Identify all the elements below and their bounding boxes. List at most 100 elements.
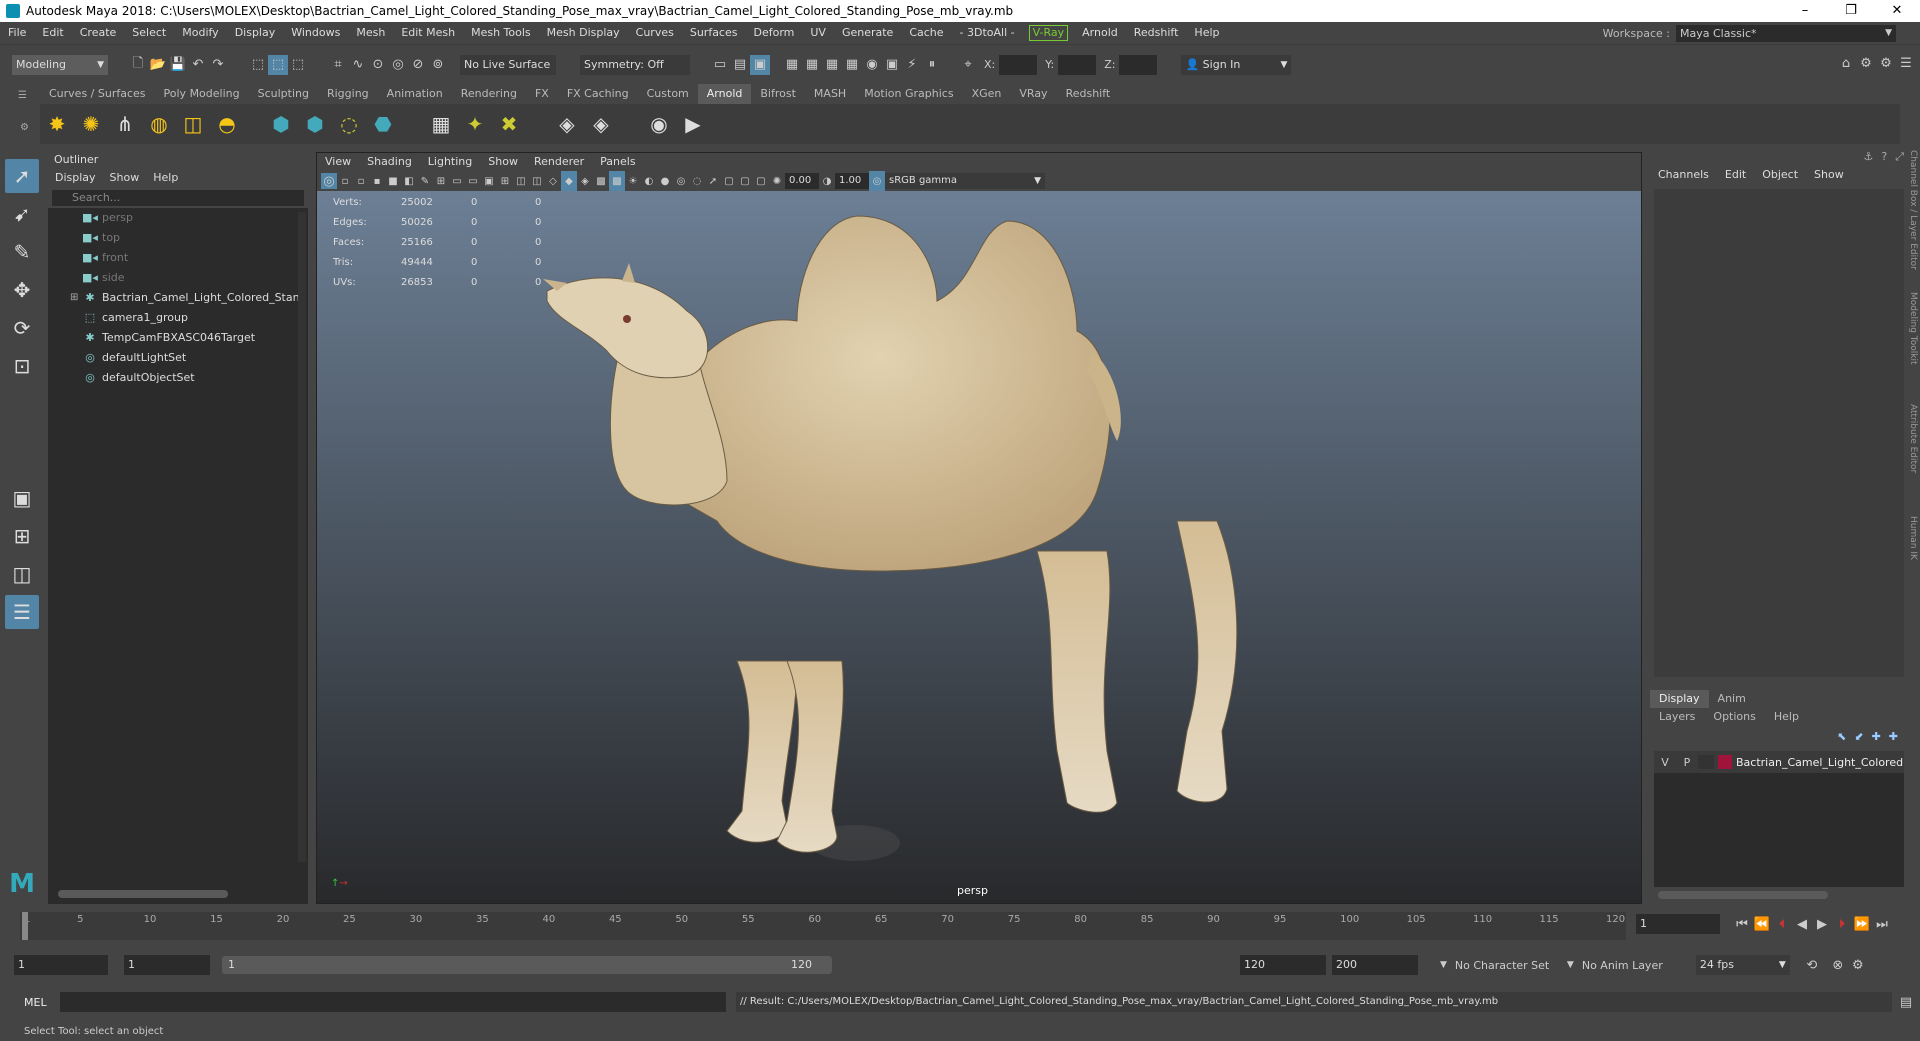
undo-icon[interactable]: ↶ (188, 55, 208, 75)
shadows-icon[interactable]: ☀ (625, 171, 641, 191)
grease-pencil-icon[interactable]: ✎ (417, 171, 433, 191)
shelf-tab-rigging[interactable]: Rigging (318, 84, 378, 104)
play-forwards-icon[interactable]: ▶ (1812, 914, 1832, 934)
menu-display[interactable]: Display (227, 22, 284, 44)
xray-active-icon[interactable]: ▢ (753, 171, 769, 191)
view-transform-dropdown[interactable]: sRGB gamma ▼ (885, 173, 1045, 189)
light-editor-icon[interactable]: ◉ (862, 55, 882, 75)
mesh-light-icon[interactable]: ✺ (76, 109, 106, 139)
save-scene-icon[interactable]: 💾 (168, 55, 188, 75)
play-backwards-icon[interactable]: ◀ (1792, 914, 1812, 934)
shelf-tab-redshift[interactable]: Redshift (1057, 84, 1120, 104)
current-time-marker[interactable] (22, 912, 28, 940)
move-tool-icon[interactable]: ✥ (5, 273, 39, 307)
anim-layer-dropdown[interactable]: No Anim Layer (1582, 959, 1686, 972)
menu-vray[interactable]: V-Ray (1028, 25, 1069, 41)
depth-of-field-icon[interactable]: ◌ (689, 171, 705, 191)
menu-3dtoall[interactable]: - 3DtoAll - (952, 22, 1023, 44)
photometric-light-icon[interactable]: ⋔ (110, 109, 140, 139)
attribute-editor-icon[interactable]: ⚙ (1856, 53, 1876, 73)
tool-settings-icon[interactable]: ⚙ (1876, 53, 1896, 73)
pause-icon[interactable]: ⏸ (922, 55, 942, 75)
fps-dropdown[interactable]: 24 fps ▼ (1695, 955, 1790, 975)
ipr-view-icon[interactable]: ◉ (644, 109, 674, 139)
render-icon[interactable]: ▶ (678, 109, 708, 139)
channel-box-menu-edit[interactable]: Edit (1717, 165, 1754, 185)
live-surface-field[interactable]: No Live Surface (460, 54, 556, 75)
light-portal-icon[interactable]: ◫ (178, 109, 208, 139)
loop-icon[interactable]: ⟲ (1802, 955, 1822, 975)
menu-select[interactable]: Select (124, 22, 174, 44)
channel-box-float-icon[interactable]: ⤢ (1895, 150, 1904, 166)
open-scene-icon[interactable]: 📂 (148, 55, 168, 75)
camera-select-icon[interactable]: ◎ (321, 173, 337, 189)
multisample-aa-icon[interactable]: ◎ (673, 171, 689, 191)
curve-collector-icon[interactable]: ⬣ (368, 109, 398, 139)
playback-end-field[interactable]: 120 (1240, 955, 1326, 975)
go-to-start-icon[interactable]: ⏮ (1732, 914, 1752, 934)
construction-history-icon[interactable]: ▭ (710, 55, 730, 75)
script-editor-icon[interactable]: ▤ (1896, 992, 1916, 1012)
channel-box-help-icon[interactable]: ? (1881, 150, 1887, 166)
wireframe-on-shaded-icon[interactable]: ◈ (577, 171, 593, 191)
paint-select-tool-icon[interactable]: ✎ (5, 235, 39, 269)
channel-box-menu-show[interactable]: Show (1806, 165, 1852, 185)
select-component-icon[interactable]: ⬚ (288, 55, 308, 75)
channel-box-menu-object[interactable]: Object (1754, 165, 1806, 185)
shelf-tab-fx[interactable]: FX (526, 84, 558, 104)
wireframe-icon[interactable]: ◇ (545, 171, 561, 191)
viewport-menu-lighting[interactable]: Lighting (420, 153, 480, 171)
menu-edit[interactable]: Edit (34, 22, 71, 44)
create-aov-icon[interactable]: ✦ (460, 109, 490, 139)
close-button[interactable]: ✕ (1874, 0, 1920, 22)
modeling-toolkit-icon[interactable]: ⌂ (1836, 53, 1856, 73)
outliner-item-tempcam-target[interactable]: ✱ TempCamFBXASC046Target (48, 328, 308, 348)
camera-attributes-icon[interactable]: ▫ (337, 171, 353, 191)
channel-box-menu-channels[interactable]: Channels (1650, 165, 1717, 185)
render-view-shelf-icon[interactable]: ▦ (426, 109, 456, 139)
select-object-icon[interactable]: ⬚ (268, 54, 288, 75)
shelf-menu-icon[interactable]: ☰ (18, 90, 27, 101)
layer-row[interactable]: V P Bactrian_Camel_Light_Colored (1654, 751, 1904, 773)
snap-curve-icon[interactable]: ∿ (348, 55, 368, 75)
render-settings-icon[interactable]: ▦ (782, 55, 802, 75)
smooth-shade-icon[interactable]: ◆ (561, 171, 577, 191)
outliner-item-default-object-set[interactable]: ◎ defaultObjectSet (48, 368, 308, 388)
layer-type-toggle[interactable] (1698, 755, 1714, 769)
expand-icon[interactable]: ⊞ (70, 288, 78, 308)
redo-icon[interactable]: ↷ (208, 55, 228, 75)
area-light-icon[interactable]: ✸ (42, 109, 72, 139)
resolution-gate-icon[interactable]: ▭ (465, 171, 481, 191)
rotate-tool-icon[interactable]: ⟳ (5, 311, 39, 345)
render-view-icon[interactable]: ▦ (822, 55, 842, 75)
menu-help[interactable]: Help (1186, 22, 1227, 44)
new-layer-empty-icon[interactable]: ✚ (1872, 730, 1881, 743)
menu-windows[interactable]: Windows (283, 22, 348, 44)
menu-mesh-display[interactable]: Mesh Display (539, 22, 628, 44)
y-field[interactable] (1058, 54, 1097, 75)
shelf-tab-sculpting[interactable]: Sculpting (249, 84, 318, 104)
side-tab-attribute-editor[interactable]: Attribute Editor (1908, 404, 1918, 504)
mode-dropdown[interactable]: Modeling ▼ (12, 54, 108, 75)
side-by-side-layout-icon[interactable]: ◫ (5, 557, 39, 591)
shelf-tab-animation[interactable]: Animation (378, 84, 452, 104)
exposure-icon[interactable]: ✺ (769, 171, 785, 191)
3d-viewport[interactable]: Verts: 25002 0 0 Edges: 50026 0 0 Faces: 25166 0… (317, 191, 1641, 903)
minimize-button[interactable]: – (1782, 0, 1828, 22)
layer-visibility-toggle[interactable]: V (1654, 756, 1676, 769)
symmetry-dropdown[interactable]: Symmetry: Off (580, 54, 690, 75)
gamma-field[interactable]: 1.00 (835, 173, 869, 189)
outliner-item-camel[interactable]: ⊞ ✱ Bactrian_Camel_Light_Colored_Stand (48, 288, 308, 308)
shelf-tab-curves-surfaces[interactable]: Curves / Surfaces (40, 84, 155, 104)
make-live-icon[interactable]: ⊚ (428, 55, 448, 75)
z-field[interactable] (1119, 54, 1158, 75)
camera-view-icon[interactable]: ■ (385, 171, 401, 191)
layer-playback-toggle[interactable]: P (1676, 756, 1698, 769)
shelf-tab-poly-modeling[interactable]: Poly Modeling (155, 84, 249, 104)
layer-menu-help[interactable]: Help (1765, 708, 1808, 726)
outliner-menu-display[interactable]: Display (48, 168, 103, 188)
workspace-dropdown[interactable]: Maya Classic* ▼ (1676, 24, 1896, 42)
shelf-tab-fx-caching[interactable]: FX Caching (558, 84, 638, 104)
outliner-item-side[interactable]: ■◂ side (48, 268, 308, 288)
layer-menu-options[interactable]: Options (1704, 708, 1764, 726)
